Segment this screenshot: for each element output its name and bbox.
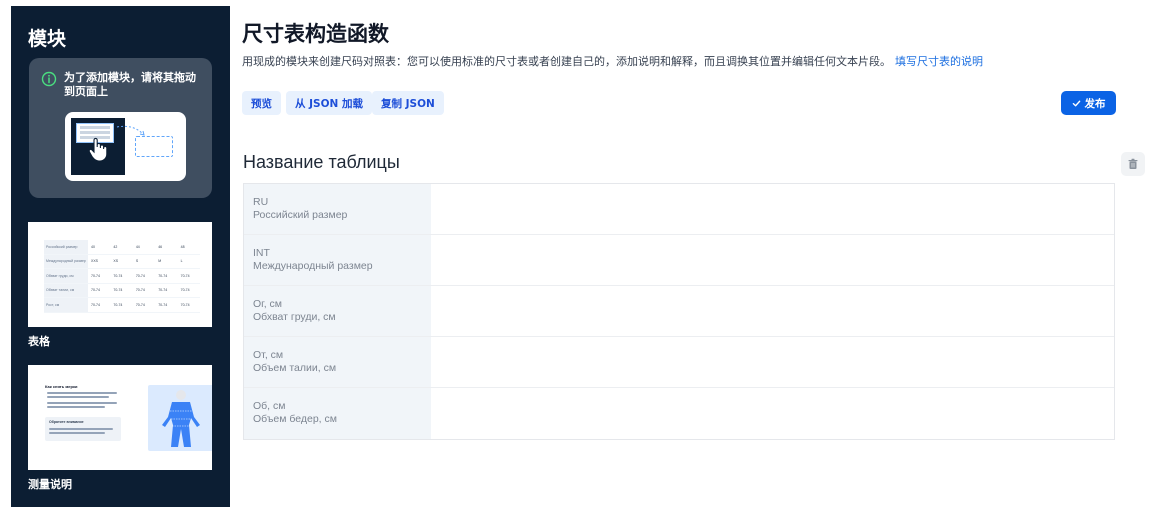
preview-cell: M <box>158 259 162 264</box>
drag-hint-card: 为了添加模块，请将其拖动到页面上 <box>29 58 212 198</box>
preview-text-line <box>49 428 113 430</box>
drag-illustration <box>65 112 186 181</box>
row-code: От, см <box>253 349 284 361</box>
preview-table-row: Обхват груди, см 70-74 70-74 70-74 70-74 70-7… <box>44 269 200 284</box>
row-code: INT <box>253 247 270 259</box>
row-name: Обхват груди, см <box>253 311 336 323</box>
figure-icon <box>162 390 200 447</box>
preview-cell: 70-74 <box>113 273 123 278</box>
publish-label: 发布 <box>1084 97 1106 110</box>
preview-cell: 44 <box>135 244 140 249</box>
preview-cell: 70-74 <box>158 273 168 278</box>
page-description: 用现成的模块来创建尺码对照表：您可以使用标准的尺寸表或者创建自己的，添加说明和解… <box>242 53 983 69</box>
preview-note-box: Обратите внимание <box>45 417 121 441</box>
preview-row-header: Международный размер <box>44 254 88 268</box>
preview-row-header: Обхват талии, см <box>44 283 88 297</box>
load-json-button[interactable]: 从 JSON 加载 <box>286 91 372 115</box>
preview-text-line <box>47 392 117 394</box>
row-name: Объем бедер, см <box>253 413 337 425</box>
description-text: 用现成的模块来创建尺码对照表：您可以使用标准的尺寸表或者创建自己的，添加说明和解… <box>242 55 891 68</box>
row-name: Объем талии, см <box>253 362 337 374</box>
preview-cell: 70-74 <box>135 302 145 307</box>
row-cells[interactable] <box>431 184 1114 234</box>
row-header[interactable]: От, см Объем талии, см <box>244 337 431 387</box>
table-row: RU Российский размер <box>244 184 1114 235</box>
preview-table-row: Рост, см 70-74 70-74 70-74 70-74 70-74 <box>44 298 200 313</box>
preview-cell: 40 <box>91 244 95 249</box>
table-block-label: 表格 <box>28 335 50 348</box>
size-table: RU Российский размер INT Международный р… <box>243 183 1115 440</box>
preview-cell: XS <box>113 259 119 264</box>
row-header[interactable]: INT Международный размер <box>244 235 431 285</box>
preview-cell: 70-74 <box>91 302 100 307</box>
preview-cell: 70-74 <box>158 288 168 293</box>
preview-cell: 70-74 <box>113 302 123 307</box>
table-block-thumbnail[interactable]: Российский размер 40 42 44 46 48 Международный… <box>28 222 212 327</box>
preview-cell: 70-74 <box>135 288 145 293</box>
measurement-block-label: 测量说明 <box>28 478 72 491</box>
preview-text-line <box>47 396 109 398</box>
row-cells[interactable] <box>431 286 1114 336</box>
table-title[interactable]: Название таблицы <box>243 152 400 173</box>
preview-cell: 70-74 <box>180 288 190 293</box>
preview-table-row: Обхват талии, см 70-74 70-74 70-74 70-74 70-7… <box>44 283 200 298</box>
table-row: Ог, см Обхват груди, см <box>244 286 1114 337</box>
preview-cell: L <box>180 259 183 264</box>
preview-cell: 70-74 <box>135 273 145 278</box>
instructions-link[interactable]: 填写尺寸表的说明 <box>895 55 983 68</box>
publish-button[interactable]: 发布 <box>1061 91 1116 115</box>
preview-row-header: Рост, см <box>44 298 88 312</box>
preview-cell: 70-74 <box>113 288 123 293</box>
measure-preview-title: Как снять мерки <box>45 384 78 389</box>
table-preview: Российский размер 40 42 44 46 48 Международный… <box>44 240 200 313</box>
blocks-sidebar: 模块 为了添加模块，请将其拖动到页面上 Российский размер 40 4… <box>11 6 230 507</box>
row-cells[interactable] <box>431 337 1114 387</box>
row-cells[interactable] <box>431 235 1114 285</box>
preview-cell: 42 <box>113 244 118 249</box>
row-code: RU <box>253 196 269 208</box>
row-name: Международный размер <box>253 260 373 272</box>
preview-cell: S <box>135 259 139 264</box>
preview-cell: 70-74 <box>91 273 100 278</box>
preview-cell: 70-74 <box>180 273 190 278</box>
preview-row-header: Российский размер <box>44 240 88 254</box>
delete-block-button[interactable] <box>1121 152 1145 176</box>
table-row: INT Международный размер <box>244 235 1114 286</box>
body-figure-illustration <box>148 385 212 451</box>
table-row: От, см Объем талии, см <box>244 337 1114 388</box>
preview-cell: 70-74 <box>180 302 190 307</box>
row-code: Ог, см <box>253 298 283 310</box>
copy-json-button[interactable]: 复制 JSON <box>372 91 444 115</box>
hand-icon <box>88 137 108 162</box>
info-icon <box>41 71 57 87</box>
row-name: Российский размер <box>253 209 348 221</box>
row-code: Об, см <box>253 400 286 412</box>
drop-zone <box>135 136 173 157</box>
preview-text-line <box>47 406 105 408</box>
preview-cell: 70-74 <box>91 288 100 293</box>
table-row: Об, см Объем бедер, см <box>244 388 1114 439</box>
preview-cell: 48 <box>180 244 185 249</box>
page-title: 尺寸表构造函数 <box>242 22 389 46</box>
preview-cell: 70-74 <box>158 302 168 307</box>
preview-text-line <box>47 402 117 404</box>
sidebar-title: 模块 <box>28 28 67 50</box>
preview-table-row: Международный размер XXS XS S M L <box>44 254 200 269</box>
row-cells[interactable] <box>431 388 1114 439</box>
check-icon <box>1072 100 1080 106</box>
row-header[interactable]: RU Российский размер <box>244 184 431 234</box>
preview-cell: 46 <box>158 244 163 249</box>
preview-button[interactable]: 预览 <box>242 91 281 115</box>
measurement-block-thumbnail[interactable]: Как снять мерки Обратите внимание <box>28 365 212 470</box>
drag-hint-text: 为了添加模块，请将其拖动到页面上 <box>64 71 196 98</box>
preview-table-row: Российский размер 40 42 44 46 48 <box>44 240 200 255</box>
row-header[interactable]: Об, см Объем бедер, см <box>244 388 431 439</box>
row-header[interactable]: Ог, см Обхват груди, см <box>244 286 431 336</box>
preview-row-header: Обхват груди, см <box>44 269 88 283</box>
preview-text-line <box>49 432 105 434</box>
trash-icon <box>1128 158 1138 169</box>
preview-cell: XXS <box>91 259 99 264</box>
preview-note-title: Обратите внимание <box>49 420 84 424</box>
